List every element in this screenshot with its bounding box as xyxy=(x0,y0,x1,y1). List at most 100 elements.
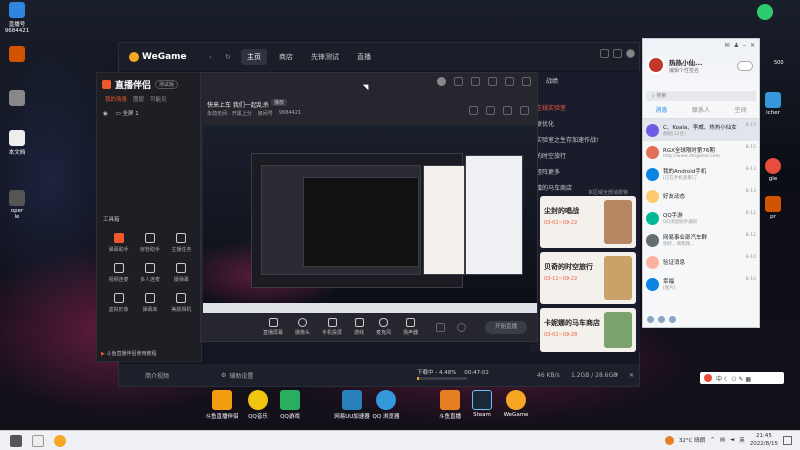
tool-multi-link[interactable]: 多人连麦 xyxy=(134,263,165,283)
tab-messages[interactable]: 消息 xyxy=(655,105,667,114)
game-button[interactable]: 游戏 xyxy=(354,318,364,336)
qq-conversation-item[interactable]: RGX全球限时第76期 http://www.dmgame.com 8-15 xyxy=(643,141,759,163)
desktop-icon-paper[interactable]: oper le xyxy=(4,190,30,220)
toolbar-icon[interactable] xyxy=(454,76,463,86)
intro-video-link[interactable]: 简介视频 xyxy=(145,371,169,380)
qq-conversation-item[interactable]: 验证消息 8-10 xyxy=(643,251,759,273)
qq-search-input[interactable]: ⌕ 搜索 xyxy=(646,91,756,101)
avatar[interactable] xyxy=(626,49,635,58)
desktop-icon-chrome[interactable]: gle xyxy=(760,158,786,182)
desktop-icon-qqgame[interactable]: QQ游戏 xyxy=(268,390,312,420)
menu-icon[interactable] xyxy=(647,316,654,323)
download-icon[interactable] xyxy=(600,49,609,58)
stream-title[interactable]: 快来上车 我们一起乱杀 xyxy=(207,100,269,109)
qq-conversation-item[interactable]: 网易事业部汽车群 你好，请帮我... 8-12 xyxy=(643,229,759,251)
tab-scenes[interactable]: 我的场景 xyxy=(105,95,127,103)
game-category[interactable]: 永劫无间 · 开黑上分 xyxy=(207,110,252,117)
lock-icon[interactable] xyxy=(469,106,478,115)
clock[interactable]: 21:45 2022/8/15 xyxy=(750,432,778,448)
qq-conversation-item[interactable]: C、Koala、李威、热热小仙女 群组(12名) 8-15 xyxy=(643,119,759,141)
event-card[interactable]: 贝奇的时空旅行 03-11~09-22 xyxy=(540,252,636,304)
toolbar-icon[interactable] xyxy=(488,76,497,86)
qq-conversation-item[interactable]: 我的Android手机 [已在手机查看]了 8-13 xyxy=(643,163,759,185)
desktop-icon-text-document[interactable]: 本文档 xyxy=(4,130,30,156)
toolbar-icon[interactable] xyxy=(471,76,480,86)
ime-icons[interactable]: 中 ☾ ⚇ ✎ ▦ xyxy=(716,374,751,383)
tool-danmu-library[interactable]: 弹幕库 xyxy=(134,293,165,313)
file-icon[interactable] xyxy=(669,316,676,323)
panel-line[interactable]: 实验室之生存加速作战! xyxy=(536,135,640,144)
apps-icon[interactable] xyxy=(658,316,665,323)
tool-video-link[interactable]: 视频连麦 xyxy=(103,263,134,283)
microphone-button[interactable]: 麦克风 xyxy=(376,318,391,336)
panel-line[interactable]: 在线实验室 xyxy=(536,103,640,112)
qq-conversation-item[interactable]: 幸福 [图片] 8-10 xyxy=(643,273,759,295)
screen-capture-button[interactable]: 直播屏幕 xyxy=(263,318,283,336)
event-card[interactable]: 卡妮娜的马车商店 03-01~09-28 xyxy=(540,308,636,352)
pause-icon[interactable]: ⏸ xyxy=(615,371,618,379)
qq-conversation-item[interactable]: 好友动态 8-13 xyxy=(643,185,759,207)
close-icon[interactable]: ✕ xyxy=(750,42,755,49)
tab-beta[interactable]: 先锋测试 xyxy=(305,49,345,65)
start-live-button[interactable]: 开始直播 xyxy=(485,321,527,334)
refresh-icon[interactable]: ↻ xyxy=(225,53,235,61)
sogou-icon[interactable] xyxy=(704,374,712,382)
desktop-icon-wegame[interactable]: WeGame xyxy=(494,390,538,418)
taskbar-wegame-icon[interactable] xyxy=(54,434,66,447)
close-icon[interactable]: ✕ xyxy=(629,372,634,379)
tab-live[interactable]: 直播 xyxy=(351,49,377,65)
minimize-icon[interactable] xyxy=(505,76,514,86)
shirt-icon[interactable]: ♟ xyxy=(734,42,739,49)
start-icon[interactable] xyxy=(10,434,22,447)
tab-store[interactable]: 商店 xyxy=(273,49,299,65)
avatar[interactable] xyxy=(437,76,446,86)
speaker-button[interactable]: 扬声器 xyxy=(403,318,418,336)
avatar[interactable] xyxy=(647,56,665,74)
tab-contacts[interactable]: 联系人 xyxy=(692,105,710,114)
close-icon[interactable] xyxy=(522,76,531,86)
qq-signature[interactable]: 编辑个性签名 xyxy=(669,67,699,74)
edit-tag[interactable]: 播放 xyxy=(271,99,288,106)
settings-icon[interactable] xyxy=(457,322,467,332)
tool-host-tasks[interactable]: 主播任务 xyxy=(166,233,197,253)
desktop-icon-qqbrowser[interactable]: QQ 浏览器 xyxy=(364,390,408,420)
tool-avatar[interactable]: 虚拟形象 xyxy=(103,293,134,313)
share-icon[interactable] xyxy=(503,106,512,115)
mail-icon[interactable]: ✉ xyxy=(725,42,730,49)
phone-cast-button[interactable]: 手机投屏 xyxy=(322,318,342,336)
more-icon[interactable] xyxy=(520,106,529,115)
scene-item[interactable]: ◉ ▭ 全屏 1 xyxy=(103,109,195,117)
desktop-icon-wechat[interactable] xyxy=(752,4,778,22)
camera-button[interactable]: 摄像头 xyxy=(295,318,310,336)
eye-icon[interactable]: ◉ xyxy=(103,111,108,117)
input-method-icon[interactable]: 英 xyxy=(739,436,745,444)
settings-icon[interactable]: ⚙ xyxy=(221,372,226,379)
notification-icon[interactable] xyxy=(783,435,792,445)
tab-layers[interactable]: 图层 xyxy=(133,95,144,103)
network-icon[interactable]: ▤ xyxy=(720,437,725,443)
minimize-icon[interactable]: – xyxy=(743,42,746,49)
tutorial-link[interactable]: ▶ 斗鱼直播伴侣使用教程 xyxy=(101,350,156,357)
qq-conversation-item[interactable]: QQ手游 QQ消息助手通知 8-12 xyxy=(643,207,759,229)
event-card[interactable]: 尘封的唱战 03-01~09-22 xyxy=(540,196,636,248)
tool-danmu-assistant[interactable]: 弹幕助手 xyxy=(103,233,134,253)
desktop-icon-app2[interactable]: pr xyxy=(760,196,786,220)
chevron-up-icon[interactable]: ^ xyxy=(710,437,715,443)
panel-line[interactable]: 怪阵更多 xyxy=(536,167,640,176)
tool-room-manager[interactable]: 房管助手 xyxy=(134,233,165,253)
preview-screen[interactable] xyxy=(203,125,537,313)
tool-capture-danmu[interactable]: 摄弹幕 xyxy=(166,263,197,283)
desktop-icon-douyu[interactable]: 直播号 9684421 xyxy=(4,2,30,34)
volume-icon[interactable]: ◄ xyxy=(730,437,734,443)
back-icon[interactable]: ‹ xyxy=(209,53,219,61)
tab-home[interactable]: 主页 xyxy=(241,49,267,65)
tool-beauty-camera[interactable]: 美颜相机 xyxy=(166,293,197,313)
tab-space[interactable]: 空间 xyxy=(735,105,747,114)
tab-visible[interactable]: 可能见 xyxy=(150,95,167,103)
taskbar-app-icon[interactable] xyxy=(32,434,44,447)
panel-line[interactable]: 联优化 xyxy=(536,119,640,128)
desktop-icon-recycle-bin[interactable] xyxy=(4,90,30,108)
screenshot-icon[interactable] xyxy=(486,106,495,115)
desktop-icon-launcher[interactable]: icher xyxy=(760,92,786,116)
desktop-icon-app[interactable] xyxy=(4,46,30,64)
